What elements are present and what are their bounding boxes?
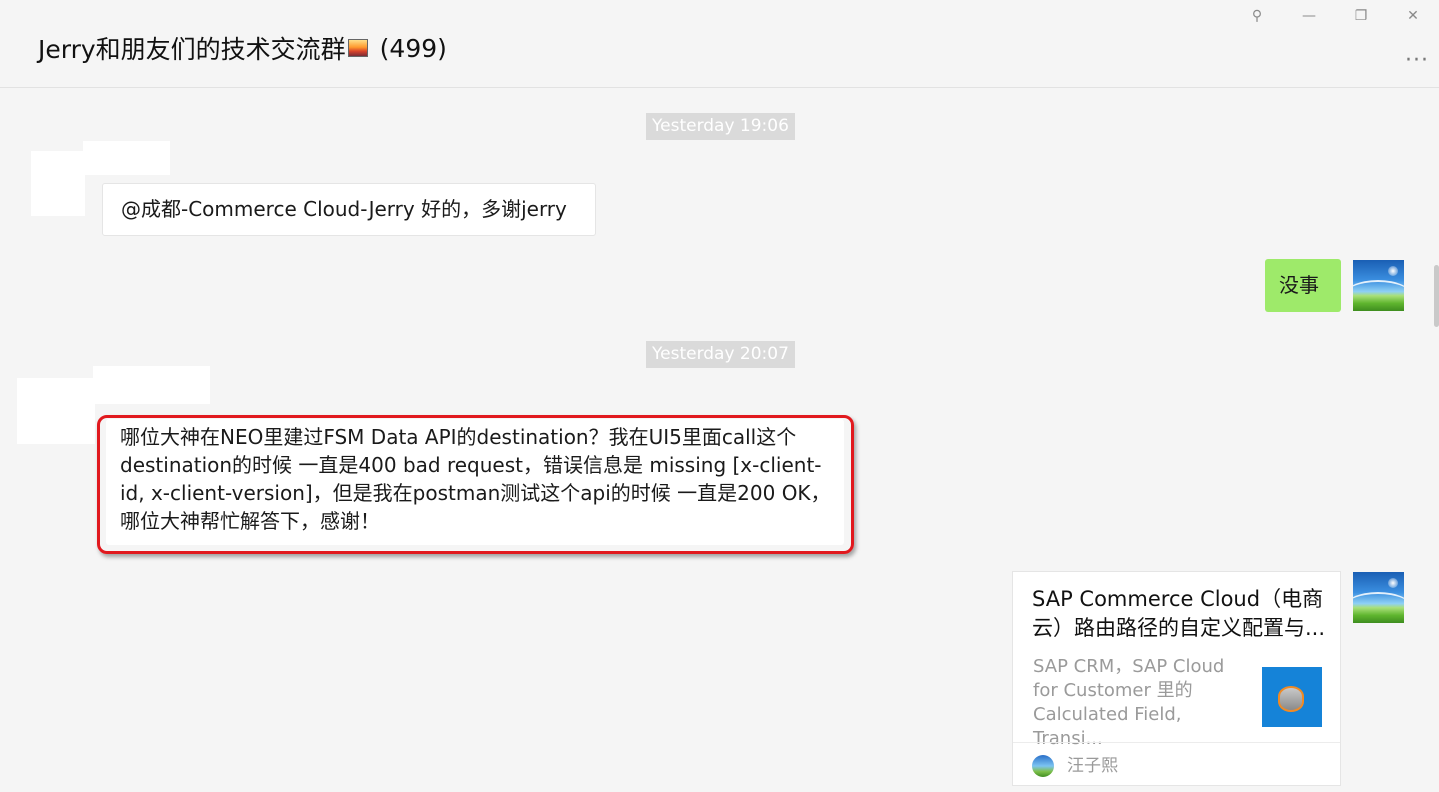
more-icon[interactable]: ··· [1405, 48, 1429, 73]
own-message-bubble[interactable]: 没事 [1265, 259, 1341, 312]
message-bubble[interactable]: @成都-Commerce Cloud-Jerry 好的，多谢jerry [102, 183, 596, 236]
card-title: SAP Commerce Cloud（电商云）路由路径的自定义配置与... [1032, 587, 1326, 640]
pin-icon[interactable]: ⚲ [1231, 0, 1283, 32]
close-icon[interactable]: ✕ [1387, 0, 1439, 32]
red-highlight-box [97, 415, 854, 554]
sunset-emoji-icon [347, 39, 368, 57]
avatar[interactable] [17, 378, 95, 444]
landscape-avatar[interactable] [1353, 260, 1404, 311]
restore-icon[interactable]: ❐ [1335, 0, 1387, 32]
chat-header: Jerry和朋友们的技术交流群 (499) ⚲ — ❐ ✕ ··· [0, 0, 1439, 88]
chat-title: Jerry和朋友们的技术交流群 (499) [38, 30, 447, 66]
card-source: 汪子熙 [1067, 756, 1118, 776]
group-name: Jerry和朋友们的技术交流群 [38, 35, 346, 64]
shared-article-card[interactable]: SAP Commerce Cloud（电商云）路由路径的自定义配置与... SA… [1012, 571, 1341, 786]
chat-area[interactable]: Yesterday 19:06 @成都-Commerce Cloud-Jerry… [0, 89, 1439, 792]
card-thumbnail [1262, 667, 1322, 727]
scrollbar[interactable] [1434, 265, 1439, 327]
avatar[interactable] [31, 151, 85, 216]
member-count: (499) [379, 33, 447, 63]
minimize-icon[interactable]: — [1283, 0, 1335, 32]
landscape-avatar[interactable] [1353, 572, 1404, 623]
sender-name [93, 366, 210, 404]
card-divider [1013, 742, 1340, 743]
source-avatar-icon [1032, 755, 1054, 777]
window-controls: ⚲ — ❐ ✕ [1231, 0, 1439, 32]
card-description: SAP CRM，SAP Cloud for Customer 里的 Calcul… [1033, 656, 1225, 749]
timestamp: Yesterday 20:07 [646, 341, 795, 368]
timestamp: Yesterday 19:06 [646, 113, 795, 140]
sender-name [83, 141, 170, 175]
